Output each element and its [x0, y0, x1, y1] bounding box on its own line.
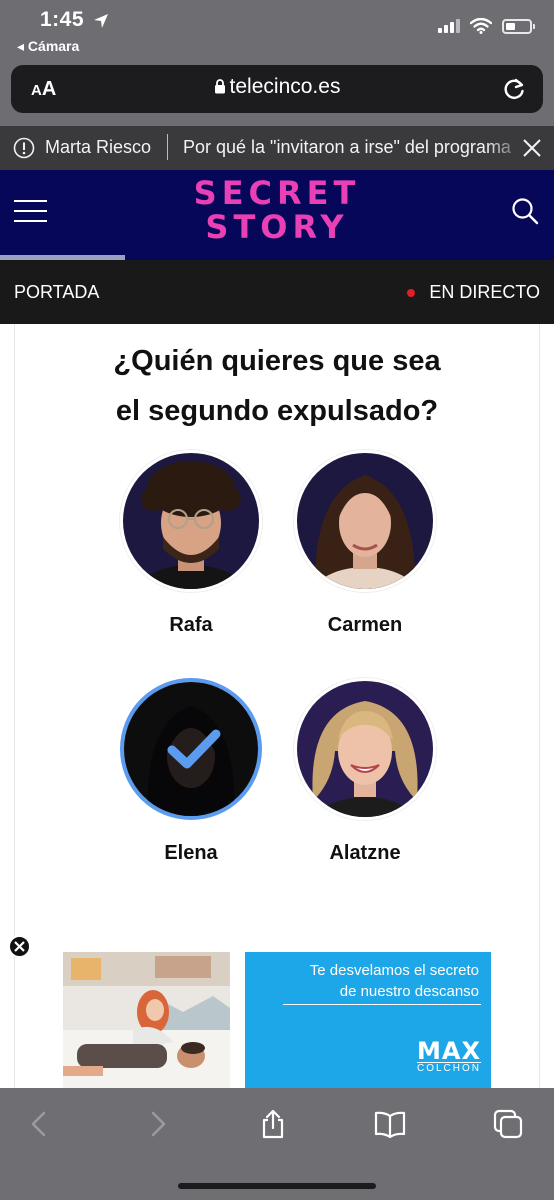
status-icons	[438, 18, 535, 34]
nav-portada[interactable]: PORTADA	[14, 282, 99, 303]
search-icon[interactable]	[510, 196, 540, 226]
avatar[interactable]	[294, 450, 436, 592]
site-header: SECRET STORY	[0, 170, 554, 260]
ad-photo[interactable]	[63, 952, 230, 1088]
ad-divider	[283, 1004, 481, 1005]
url-text: telecinco.es	[229, 75, 341, 98]
url-field[interactable]: telecinco.es	[11, 75, 543, 99]
candidate-name: Elena	[164, 842, 218, 864]
back-to-app-link[interactable]: ◂ Cámara	[17, 38, 79, 55]
poll-question: ¿Quién quieres que sea el segundo expuls…	[113, 345, 441, 427]
secret-story-logo[interactable]: SECRET STORY	[0, 176, 554, 244]
battery-icon	[502, 18, 535, 34]
lock-icon	[214, 79, 225, 94]
avatar-selected[interactable]	[120, 678, 262, 820]
forward-arrow-icon[interactable]	[142, 1108, 174, 1140]
wifi-icon	[470, 18, 492, 34]
candidate-name: Rafa	[169, 614, 213, 636]
avatar[interactable]	[294, 678, 436, 820]
reload-icon[interactable]	[501, 76, 527, 102]
section-nav: PORTADA EN DIRECTO	[0, 260, 554, 324]
back-arrow-icon[interactable]	[23, 1108, 55, 1140]
close-icon[interactable]	[521, 137, 543, 159]
candidate-name: Alatzne	[329, 842, 401, 864]
home-indicator[interactable]	[178, 1183, 376, 1189]
candidate-elena[interactable]: Elena	[106, 678, 276, 865]
avatar[interactable]	[120, 450, 262, 592]
nav-en-directo-label: EN DIRECTO	[429, 282, 540, 302]
address-bar[interactable]: AA telecinco.es	[11, 65, 543, 113]
browser-top-bar: 1:45 ◂ Cámara AA telecinco.es	[0, 0, 554, 126]
candidate-carmen[interactable]: Carmen	[280, 450, 450, 637]
candidate-alatzne[interactable]: Alatzne	[280, 678, 450, 865]
ticker-name[interactable]: Marta Riesco	[45, 137, 151, 158]
ticker-headline[interactable]: Por qué la "invitaron a irse" del progra…	[183, 137, 511, 158]
max-colchon-logo: MAX COLCHON	[416, 1037, 481, 1074]
share-icon[interactable]	[257, 1108, 289, 1140]
nav-en-directo[interactable]: EN DIRECTO	[407, 282, 540, 303]
check-icon	[167, 729, 221, 769]
alert-info-icon	[13, 137, 35, 159]
news-ticker[interactable]: Marta Riesco Por qué la "invitaron a irs…	[0, 126, 554, 170]
close-icon	[14, 941, 25, 952]
status-time: 1:45	[40, 8, 85, 31]
location-arrow-icon	[94, 14, 108, 28]
candidate-rafa[interactable]: Rafa	[106, 450, 276, 637]
ad-close-button[interactable]	[8, 935, 31, 958]
candidate-name: Carmen	[327, 614, 403, 636]
ad-text: Te desvelamos el secreto de nuestro desc…	[309, 962, 479, 1000]
ticker-divider	[167, 134, 168, 160]
tabs-icon[interactable]	[492, 1108, 524, 1140]
cellular-signal-icon	[438, 19, 460, 33]
live-dot-icon	[407, 288, 416, 297]
ticker-fade	[486, 126, 526, 170]
bookmarks-icon[interactable]	[374, 1108, 406, 1140]
ad-panel[interactable]: Te desvelamos el secreto de nuestro desc…	[245, 952, 491, 1088]
